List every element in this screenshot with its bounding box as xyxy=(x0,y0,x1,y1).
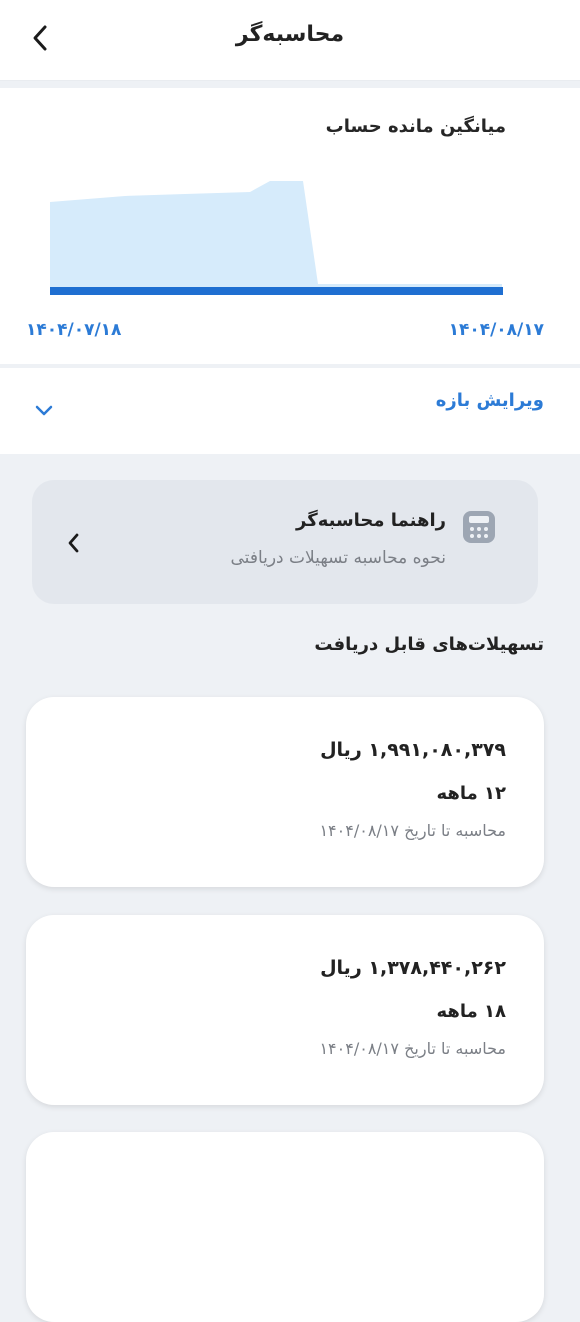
loans-section-title: تسهیلات‌های قابل دریافت xyxy=(314,634,544,655)
loan-term: ۱۸ ماهه xyxy=(436,1001,506,1022)
loan-calc-date: محاسبه تا تاریخ ۱۴۰۴/۰۸/۱۷ xyxy=(319,821,506,840)
loan-card-partial[interactable] xyxy=(26,1132,544,1322)
loan-amount: ۱,۹۹۱,۰۸۰,۳۷۹ ریال xyxy=(320,739,506,761)
balance-baseline xyxy=(50,287,503,295)
loan-calc-date: محاسبه تا تاریخ ۱۴۰۴/۰۸/۱۷ xyxy=(319,1039,506,1058)
chart-start-date: ۱۴۰۴/۰۷/۱۸ xyxy=(26,320,122,340)
balance-area xyxy=(50,181,502,292)
loan-term: ۱۲ ماهه xyxy=(436,783,506,804)
calculator-icon xyxy=(463,511,495,543)
loan-card[interactable]: ۱,۳۷۸,۴۴۰,۲۶۲ ریال ۱۸ ماهه محاسبه تا تار… xyxy=(26,915,544,1105)
page-title: محاسبه‌گر xyxy=(235,22,345,47)
range-edit-row[interactable]: ویرایش بازه xyxy=(0,368,580,454)
loan-card[interactable]: ۱,۹۹۱,۰۸۰,۳۷۹ ریال ۱۲ ماهه محاسبه تا تار… xyxy=(26,697,544,887)
chevron-down-icon[interactable] xyxy=(34,404,54,418)
calculator-guide-card[interactable]: راهنما محاسبه‌گر نحوه محاسبه تسهیلات دری… xyxy=(32,480,538,604)
chevron-left-icon xyxy=(68,533,79,553)
balance-area-chart xyxy=(50,181,503,295)
guide-title: راهنما محاسبه‌گر xyxy=(296,510,446,531)
balance-chart-section: میانگین مانده حساب ۱۴۰۴/۰۷/۱۸ ۱۴۰۴/۰۸/۱۷ xyxy=(0,88,580,364)
edit-range-label[interactable]: ویرایش بازه xyxy=(436,390,544,411)
guide-subtitle: نحوه محاسبه تسهیلات دریافتی xyxy=(230,548,446,568)
app-header: محاسبه‌گر xyxy=(0,0,580,81)
chart-end-date: ۱۴۰۴/۰۸/۱۷ xyxy=(448,320,544,340)
loan-amount: ۱,۳۷۸,۴۴۰,۲۶۲ ریال xyxy=(320,957,506,979)
